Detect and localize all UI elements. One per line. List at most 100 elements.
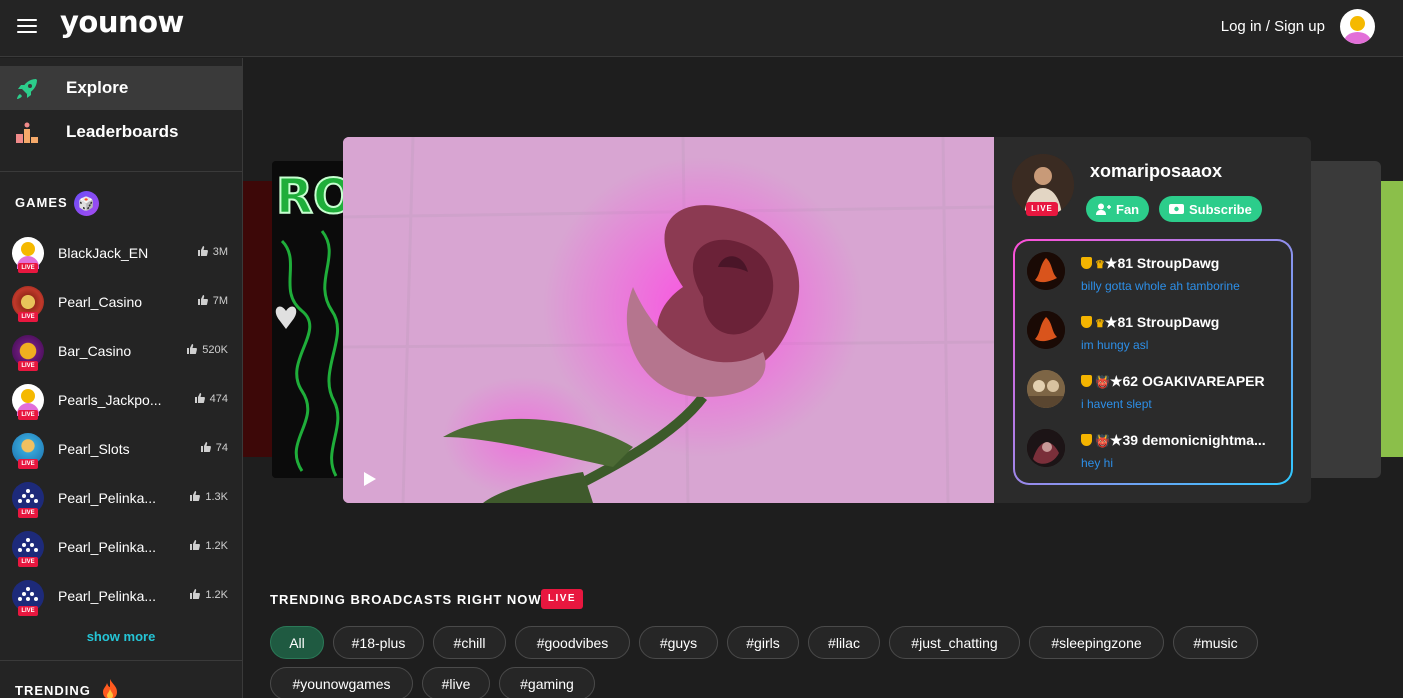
game-name: Pearl_Casino bbox=[58, 294, 143, 310]
carousel-card-next-far[interactable] bbox=[1381, 181, 1403, 457]
tag-guys[interactable]: #guys bbox=[639, 626, 718, 659]
menu-icon[interactable] bbox=[16, 15, 40, 37]
thumbs-up-icon bbox=[187, 344, 198, 354]
tag-live[interactable]: #live bbox=[422, 667, 490, 698]
chat-preview: ♛★81 StroupDawg billy gotta whole ah tam… bbox=[1013, 239, 1293, 485]
login-signup-link[interactable]: Log in / Sign up bbox=[1221, 18, 1325, 35]
game-item[interactable]: LIVE BlackJack_EN 3M bbox=[0, 237, 242, 286]
games-section-title: GAMES bbox=[15, 195, 68, 210]
tag-lilac[interactable]: #lilac bbox=[808, 626, 880, 659]
game-item[interactable]: LIVE Pearl_Slots 74 bbox=[0, 433, 242, 482]
sidebar-item-explore[interactable]: Explore bbox=[0, 66, 242, 110]
live-badge: LIVE bbox=[18, 606, 38, 616]
game-name: Pearl_Pelinka... bbox=[58, 490, 157, 506]
chat-message: 👹★62 OGAKIVAREAPER i havent slept bbox=[1027, 361, 1289, 417]
game-name: BlackJack_EN bbox=[58, 245, 149, 261]
live-badge: LIVE bbox=[18, 557, 38, 567]
carousel-card-prev[interactable]: RO bbox=[272, 161, 344, 478]
play-icon[interactable] bbox=[363, 471, 377, 487]
thumbs-up-icon bbox=[190, 589, 201, 599]
tag-chill[interactable]: #chill bbox=[433, 626, 506, 659]
game-likes: 1.2K bbox=[190, 540, 228, 552]
chat-avatar[interactable] bbox=[1027, 252, 1065, 290]
chat-text: hey hi bbox=[1081, 456, 1114, 470]
rocket-icon bbox=[17, 79, 37, 99]
sidebar-item-leaderboards[interactable]: Leaderboards bbox=[0, 110, 242, 154]
chat-username[interactable]: ♛★81 StroupDawg bbox=[1081, 314, 1219, 331]
live-badge: LIVE bbox=[18, 508, 38, 518]
game-likes: 7M bbox=[197, 295, 228, 307]
shield-badge-icon bbox=[1081, 257, 1092, 269]
game-item[interactable]: LIVE Bar_Casino 520K bbox=[0, 335, 242, 384]
svg-text:RO: RO bbox=[276, 169, 344, 225]
thumbs-up-icon bbox=[190, 491, 201, 501]
carousel-card-prev-far[interactable] bbox=[243, 181, 273, 457]
tag-sleepingzone[interactable]: #sleepingzone bbox=[1029, 626, 1164, 659]
game-item[interactable]: LIVE Pearl_Casino 7M bbox=[0, 286, 242, 335]
thumbs-up-icon bbox=[197, 246, 208, 256]
tag-gaming[interactable]: #gaming bbox=[499, 667, 595, 698]
live-badge: LIVE bbox=[18, 459, 38, 469]
chat-text: im hungy asl bbox=[1081, 338, 1149, 352]
broadcast-info-panel: LIVE xomariposaaox Fan Subscribe ♛★81 St… bbox=[994, 137, 1311, 503]
subscribe-button[interactable]: Subscribe bbox=[1159, 196, 1262, 222]
shield-badge-icon bbox=[1081, 316, 1092, 328]
chat-avatar[interactable] bbox=[1027, 429, 1065, 467]
fan-button[interactable]: Fan bbox=[1086, 196, 1150, 222]
sidebar-item-label: Explore bbox=[66, 78, 129, 97]
chat-avatar[interactable] bbox=[1027, 370, 1065, 408]
trending-section-title: TRENDING bbox=[15, 683, 91, 698]
tag-18-plus[interactable]: #18-plus bbox=[333, 626, 424, 659]
tag-younowgames[interactable]: #younowgames bbox=[270, 667, 413, 698]
live-badge: LIVE bbox=[18, 361, 38, 371]
shield-badge-icon bbox=[1081, 434, 1092, 446]
tag-girls[interactable]: #girls bbox=[727, 626, 799, 659]
chat-username[interactable]: 👹★62 OGAKIVAREAPER bbox=[1081, 373, 1265, 390]
thumbs-up-icon bbox=[190, 540, 201, 550]
devil-icon: 👹 bbox=[1095, 375, 1110, 389]
top-bar: younow Log in / Sign up bbox=[0, 0, 1403, 57]
game-likes: 74 bbox=[200, 442, 228, 454]
chat-message: ♛★81 StroupDawg billy gotta whole ah tam… bbox=[1027, 243, 1289, 299]
chat-message: 👹★39 demonicnightma... hey hi bbox=[1027, 420, 1289, 476]
game-name: Pearl_Pelinka... bbox=[58, 539, 157, 555]
live-badge: LIVE bbox=[18, 263, 38, 273]
game-likes: 520K bbox=[187, 344, 228, 356]
live-badge: LIVE bbox=[1026, 202, 1058, 216]
chat-username[interactable]: ♛★81 StroupDawg bbox=[1081, 255, 1219, 272]
tag-goodvibes[interactable]: #goodvibes bbox=[515, 626, 630, 659]
live-badge: LIVE bbox=[18, 410, 38, 420]
add-user-icon bbox=[1096, 203, 1111, 215]
game-likes: 474 bbox=[194, 393, 228, 405]
user-avatar-icon[interactable] bbox=[1340, 9, 1375, 44]
sidebar-item-label: Leaderboards bbox=[66, 122, 179, 141]
chat-avatar[interactable] bbox=[1027, 311, 1065, 349]
game-likes: 3M bbox=[197, 246, 228, 258]
chat-text: i havent slept bbox=[1081, 397, 1152, 411]
streamer-name[interactable]: xomariposaaox bbox=[1090, 161, 1222, 182]
game-item[interactable]: LIVE Pearl_Pelinka... 1.2K bbox=[0, 580, 242, 629]
younow-logo[interactable]: younow bbox=[60, 5, 184, 39]
game-item[interactable]: LIVE Pearl_Pelinka... 1.3K bbox=[0, 482, 242, 531]
game-item[interactable]: LIVE Pearl_Pelinka... 1.2K bbox=[0, 531, 242, 580]
tag-just-chatting[interactable]: #just_chatting bbox=[889, 626, 1020, 659]
live-badge: LIVE bbox=[18, 312, 38, 322]
tag-all[interactable]: All bbox=[270, 626, 324, 659]
game-name: Bar_Casino bbox=[58, 343, 132, 359]
show-more-link[interactable]: show more bbox=[0, 629, 242, 644]
video-player[interactable] bbox=[343, 137, 994, 503]
sidebar: Explore Leaderboards GAMES 🎲 LIVE BlackJ… bbox=[0, 58, 243, 698]
game-name: Pearl_Slots bbox=[58, 441, 130, 457]
chat-message: ♛★81 StroupDawg im hungy asl bbox=[1027, 302, 1289, 358]
chat-username[interactable]: 👹★39 demonicnightma... bbox=[1081, 432, 1266, 449]
carousel-card-next[interactable] bbox=[1310, 161, 1381, 478]
fire-icon bbox=[103, 679, 117, 698]
subscribe-icon bbox=[1169, 204, 1184, 214]
tag-music[interactable]: #music bbox=[1173, 626, 1258, 659]
divider bbox=[0, 171, 242, 172]
game-likes: 1.3K bbox=[190, 491, 228, 503]
trending-broadcasts-title: TRENDING BROADCASTS RIGHT NOW bbox=[270, 592, 542, 607]
game-item[interactable]: LIVE Pearls_Jackpo... 474 bbox=[0, 384, 242, 433]
featured-broadcast-card[interactable]: LIVE xomariposaaox Fan Subscribe ♛★81 St… bbox=[343, 137, 1311, 503]
crown-icon: ♛ bbox=[1095, 318, 1105, 330]
